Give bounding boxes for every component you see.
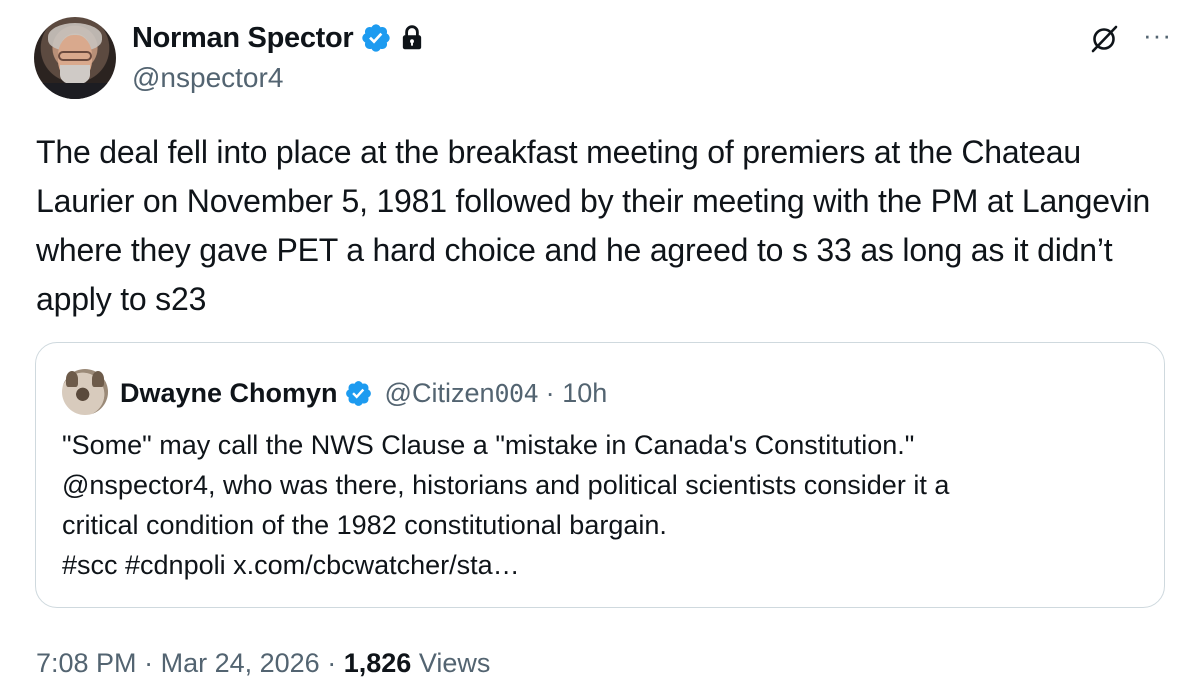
meta-separator: · bbox=[144, 648, 154, 678]
grok-icon[interactable] bbox=[1087, 22, 1121, 56]
tweet: Norman Spector @nspector4 ··· The deal f… bbox=[0, 0, 1194, 700]
quote-handle-prefix: @Citizen bbox=[384, 377, 495, 408]
verified-badge-icon[interactable] bbox=[360, 22, 392, 54]
quote-author-name: Dwayne Chomyn bbox=[120, 377, 338, 408]
tweet-date[interactable]: Mar 24, 2026 bbox=[161, 648, 320, 678]
tweet-meta: 7:08 PM · Mar 24, 2026 · 1,826 Views bbox=[36, 648, 490, 679]
quote-header: Dwayne Chomyn @Citizen004 · 10h bbox=[120, 373, 607, 413]
verified-badge-icon bbox=[345, 380, 371, 406]
meta-separator: · bbox=[327, 648, 337, 678]
quote-text-line: #scc #cdnpoli x.com/cbcwatcher/sta… bbox=[62, 550, 520, 580]
views-label: Views bbox=[418, 648, 491, 678]
quote-text: "Some" may call the NWS Clause a "mistak… bbox=[62, 425, 1142, 585]
tweet-actions: ··· bbox=[1087, 22, 1172, 56]
author-display-name[interactable]: Norman Spector bbox=[132, 22, 354, 55]
lock-icon bbox=[403, 25, 422, 50]
author-handle[interactable]: @nspector4 bbox=[132, 62, 283, 94]
quote-separator: · bbox=[545, 377, 555, 408]
quote-text-line: @nspector4, who was there, historians an… bbox=[62, 470, 950, 500]
quote-handle-time: @Citizen004 · 10h bbox=[385, 378, 608, 409]
tweet-time[interactable]: 7:08 PM bbox=[36, 648, 137, 678]
author-name-row: Norman Spector bbox=[132, 20, 425, 56]
quote-text-line: critical condition of the 1982 constitut… bbox=[62, 510, 667, 540]
quote-author-avatar bbox=[62, 369, 108, 415]
author-avatar[interactable] bbox=[34, 17, 116, 99]
views-count[interactable]: 1,826 bbox=[344, 648, 412, 678]
quote-handle-digits: 004 bbox=[494, 378, 539, 408]
quote-text-line: "Some" may call the NWS Clause a "mistak… bbox=[62, 430, 915, 460]
tweet-text: The deal fell into place at the breakfas… bbox=[36, 134, 1151, 317]
quoted-tweet[interactable]: Dwayne Chomyn @Citizen004 · 10h "Some" m… bbox=[35, 342, 1165, 608]
quote-time: 10h bbox=[562, 377, 608, 408]
more-options-icon[interactable]: ··· bbox=[1143, 22, 1172, 48]
